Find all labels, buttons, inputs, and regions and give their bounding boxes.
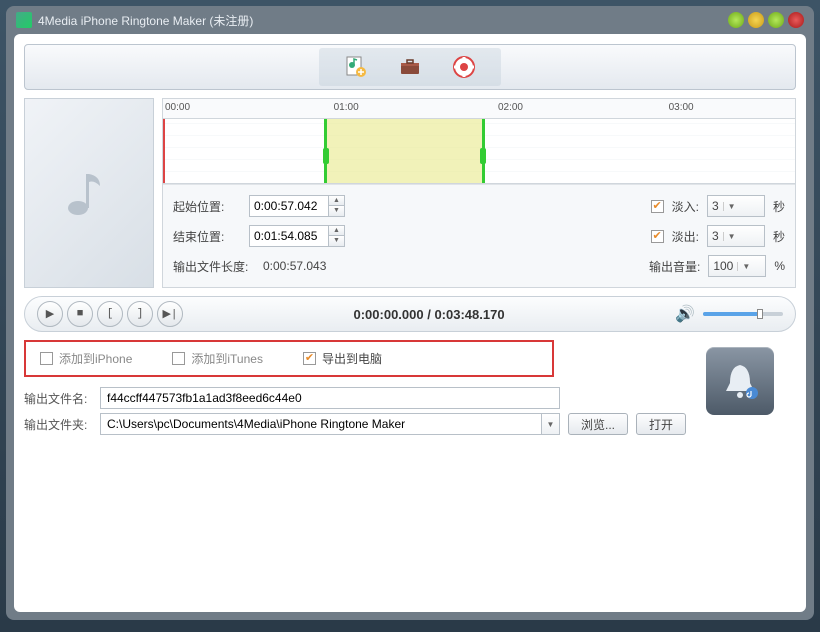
- preview-selection-button[interactable]: ▶|: [157, 301, 183, 327]
- selection-handle-left[interactable]: [323, 148, 329, 164]
- fadein-checkbox[interactable]: ✔: [651, 200, 664, 213]
- help-button[interactable]: [728, 12, 744, 28]
- selection-handle-right[interactable]: [480, 148, 486, 164]
- volume-combo[interactable]: 100▼: [708, 255, 766, 277]
- speaker-icon[interactable]: 🔊: [675, 304, 695, 324]
- spin-up[interactable]: ▲: [329, 226, 344, 236]
- output-folder-input[interactable]: [100, 413, 542, 435]
- ruler-tick: 01:00: [334, 102, 359, 113]
- spin-up[interactable]: ▲: [329, 196, 344, 206]
- mark-in-button[interactable]: [: [97, 301, 123, 327]
- open-button[interactable]: 打开: [636, 413, 686, 435]
- app-logo-icon: [16, 12, 32, 28]
- chevron-down-icon: ▼: [737, 262, 750, 271]
- spin-down[interactable]: ▼: [329, 236, 344, 246]
- export-itunes-checkbox[interactable]: 添加到iTunes: [172, 350, 263, 367]
- volume-slider[interactable]: [703, 312, 783, 316]
- playhead[interactable]: [163, 119, 165, 183]
- start-input[interactable]: [250, 199, 328, 213]
- spin-down[interactable]: ▼: [329, 206, 344, 216]
- chevron-down-icon: ▼: [723, 202, 736, 211]
- end-input[interactable]: [250, 229, 328, 243]
- start-label: 起始位置:: [173, 198, 243, 215]
- fadein-label: 淡入:: [672, 198, 699, 215]
- toolbar: [24, 44, 796, 90]
- ruler-tick: 00:00: [165, 102, 190, 113]
- help-icon[interactable]: [451, 54, 477, 80]
- chevron-down-icon: ▼: [547, 420, 555, 429]
- volume-label: 输出音量:: [649, 258, 700, 275]
- stop-button[interactable]: ■: [67, 301, 93, 327]
- end-label: 结束位置:: [173, 228, 243, 245]
- mark-out-button[interactable]: ]: [127, 301, 153, 327]
- length-value: 0:00:57.043: [263, 259, 326, 273]
- folder-dropdown[interactable]: ▼: [542, 413, 560, 435]
- unit-label: 秒: [773, 198, 785, 215]
- time-display: 0:00:00.000 / 0:03:48.170: [187, 307, 671, 322]
- maximize-button[interactable]: [768, 12, 784, 28]
- fadeout-checkbox[interactable]: ✔: [651, 230, 664, 243]
- time-ruler: 00:00 01:00 02:00 03:00: [163, 99, 795, 119]
- titlebar: 4Media iPhone Ringtone Maker (未注册): [6, 6, 814, 34]
- toolbox-icon[interactable]: [397, 54, 423, 80]
- unit-label: 秒: [773, 228, 785, 245]
- chevron-down-icon: ▼: [723, 232, 736, 241]
- length-label: 输出文件长度:: [173, 258, 257, 275]
- preview-pane: [24, 98, 154, 288]
- fadeout-label: 淡出:: [672, 228, 699, 245]
- fadeout-combo[interactable]: 3▼: [707, 225, 765, 247]
- export-pc-checkbox[interactable]: ✔导出到电脑: [303, 350, 382, 367]
- unit-label: %: [774, 259, 785, 273]
- waveform-area[interactable]: [163, 119, 795, 184]
- output-name-input[interactable]: [100, 387, 560, 409]
- transport-bar: ▶ ■ [ ] ▶| 0:00:00.000 / 0:03:48.170 🔊: [24, 296, 796, 332]
- ruler-tick: 02:00: [498, 102, 523, 113]
- close-button[interactable]: [788, 12, 804, 28]
- minimize-button[interactable]: [748, 12, 764, 28]
- export-iphone-checkbox[interactable]: 添加到iPhone: [40, 350, 132, 367]
- window-title: 4Media iPhone Ringtone Maker (未注册): [38, 12, 728, 29]
- ruler-tick: 03:00: [669, 102, 694, 113]
- timeline-panel: 00:00 01:00 02:00 03:00 起始位置: ▲▼: [162, 98, 796, 288]
- browse-button[interactable]: 浏览...: [568, 413, 628, 435]
- volume-thumb[interactable]: [757, 309, 763, 319]
- output-name-label: 输出文件名:: [24, 390, 92, 407]
- output-folder-label: 输出文件夹:: [24, 416, 92, 433]
- add-file-icon[interactable]: [343, 54, 369, 80]
- play-button[interactable]: ▶: [37, 301, 63, 327]
- create-ringtone-button[interactable]: [706, 347, 774, 415]
- end-spinner[interactable]: ▲▼: [249, 225, 345, 247]
- bell-icon: [716, 357, 764, 405]
- start-spinner[interactable]: ▲▼: [249, 195, 345, 217]
- fadein-combo[interactable]: 3▼: [707, 195, 765, 217]
- export-options: 添加到iPhone 添加到iTunes ✔导出到电脑: [24, 340, 554, 377]
- music-note-icon: [58, 162, 120, 224]
- selection-range[interactable]: [324, 119, 485, 183]
